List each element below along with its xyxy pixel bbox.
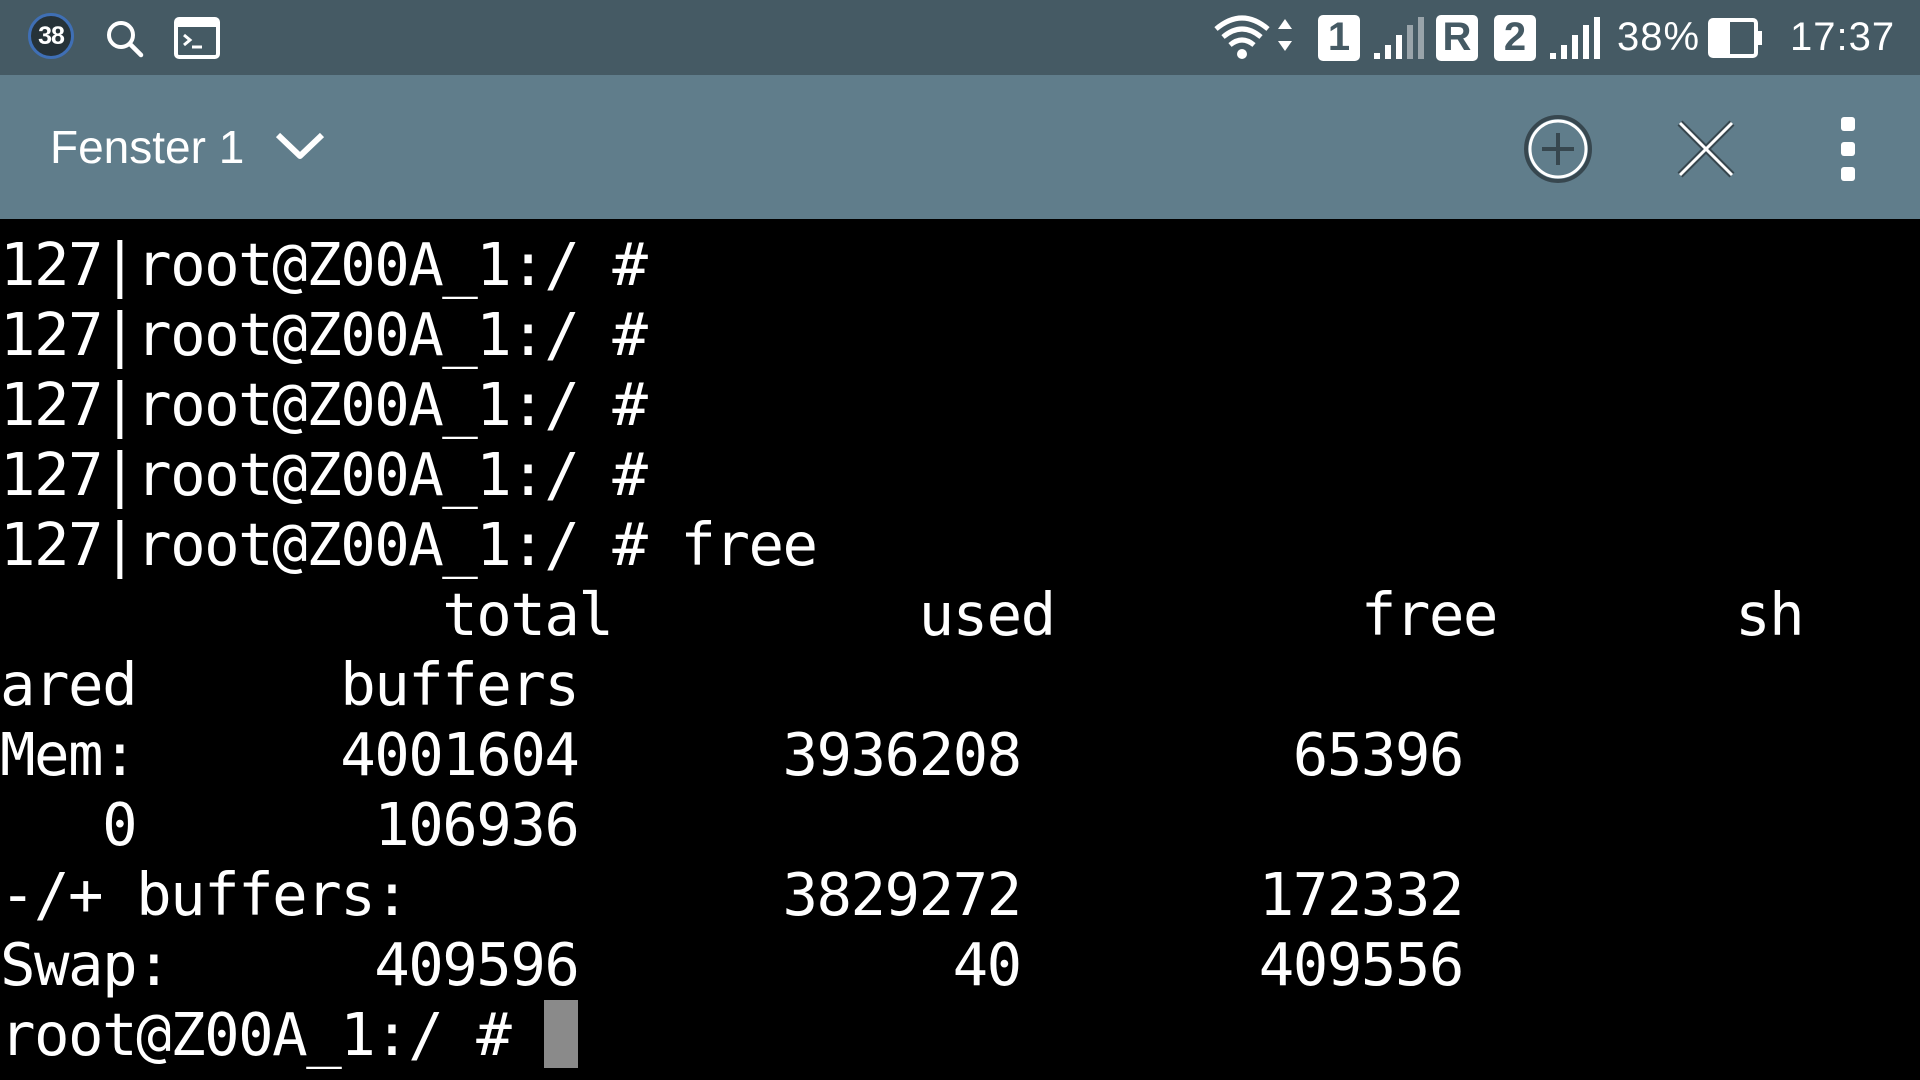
- terminal-line: 0 106936: [0, 790, 580, 859]
- terminal-line: Swap: 409596 40 409556: [0, 930, 1464, 999]
- search-icon: [104, 0, 144, 75]
- signal-icon: [1548, 0, 1602, 75]
- terminal-line: total used free sh: [0, 580, 1804, 649]
- terminal-line: 127|root@Z00A_1:/ #: [0, 230, 648, 299]
- terminal-icon: [174, 0, 220, 75]
- terminal-line: 127|root@Z00A_1:/ #: [0, 370, 648, 439]
- sim1-label: 1: [1318, 14, 1360, 61]
- terminal-prompt-line: root@Z00A_1:/ #: [0, 1000, 1803, 1070]
- sim2-badge: 2: [1494, 0, 1536, 75]
- terminal-output: 127|root@Z00A_1:/ # 127|root@Z00A_1:/ # …: [0, 230, 1805, 1070]
- sim1-badge: 1: [1318, 0, 1360, 75]
- terminal-view[interactable]: 127|root@Z00A_1:/ # 127|root@Z00A_1:/ # …: [0, 219, 1920, 1080]
- app-toolbar: Fenster 1: [0, 75, 1920, 219]
- overflow-menu-button[interactable]: [1830, 113, 1866, 185]
- terminal-line: ared buffers: [0, 650, 580, 719]
- battery-percentage: 38%: [1617, 15, 1701, 59]
- terminal-line: -/+ buffers: 3829272 172332: [0, 860, 1464, 929]
- close-window-button[interactable]: [1670, 113, 1742, 185]
- text-cursor: [544, 1000, 579, 1068]
- window-title: Fenster 1: [50, 121, 245, 173]
- sim2-label: 2: [1494, 14, 1536, 61]
- chevron-down-icon: [274, 129, 326, 166]
- terminal-line: 127|root@Z00A_1:/ #: [0, 300, 648, 369]
- notification-count-badge: 38: [28, 13, 74, 59]
- add-circle-icon: [1524, 115, 1592, 183]
- android-screen: 38 1 R 2 38% 17:37 Fenster 1 127|root@Z0…: [0, 0, 1920, 1080]
- wifi-icon: [1212, 0, 1298, 75]
- roaming-badge: R: [1436, 0, 1478, 75]
- more-vert-icon: [1841, 117, 1855, 181]
- clock: 17:37: [1790, 15, 1896, 59]
- roaming-label: R: [1436, 14, 1478, 61]
- terminal-line: Mem: 4001604 3936208 65396: [0, 720, 1464, 789]
- signal-icon: [1372, 0, 1426, 75]
- close-icon: [1677, 120, 1735, 178]
- terminal-prompt: root@Z00A_1:/ #: [0, 1000, 545, 1069]
- new-window-button[interactable]: [1522, 113, 1594, 185]
- window-selector-dropdown[interactable]: Fenster 1: [50, 75, 326, 219]
- status-bar: 38 1 R 2 38% 17:37: [0, 0, 1920, 75]
- terminal-line: 127|root@Z00A_1:/ # free: [0, 510, 818, 579]
- terminal-line: 127|root@Z00A_1:/ #: [0, 440, 648, 509]
- battery-icon: [1708, 0, 1764, 75]
